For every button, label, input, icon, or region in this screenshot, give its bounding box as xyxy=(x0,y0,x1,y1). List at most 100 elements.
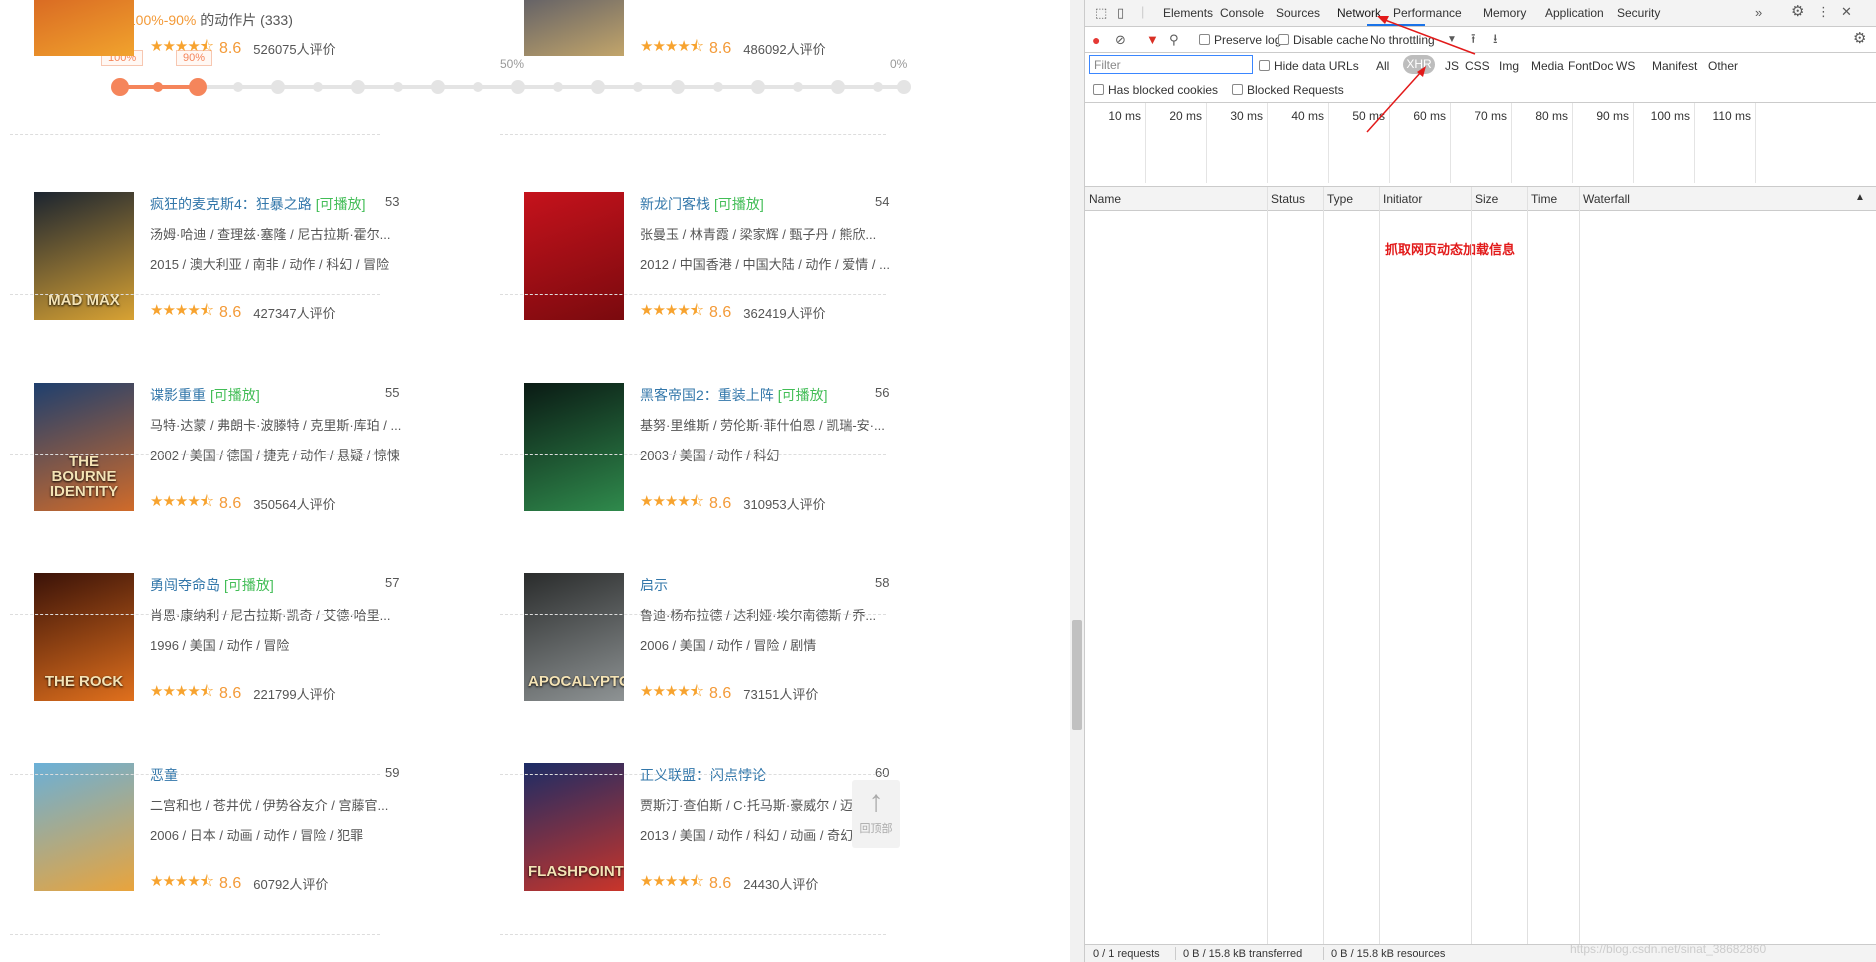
sort-ascending-icon[interactable]: ▲ xyxy=(1855,192,1865,203)
kebab-menu-icon[interactable]: ⋮ xyxy=(1817,5,1830,19)
movie-title-text[interactable]: 疯狂的麦克斯4：狂暴之路 xyxy=(150,196,312,212)
column-header-type[interactable]: Type xyxy=(1327,192,1353,206)
rating-stars-icon: ★★★★⯪ xyxy=(150,873,214,890)
tab-network[interactable]: Network xyxy=(1337,6,1381,20)
column-header-initiator[interactable]: Initiator xyxy=(1383,192,1422,206)
column-header-time[interactable]: Time xyxy=(1531,192,1557,206)
record-icon[interactable]: ● xyxy=(1092,33,1100,47)
movie-title-link[interactable]: 启示 xyxy=(640,575,668,595)
movie-poster[interactable]: THE ROCK xyxy=(34,573,134,701)
tab-console[interactable]: Console xyxy=(1220,6,1264,20)
movie-poster[interactable] xyxy=(34,0,134,56)
type-filter-manifest[interactable]: Manifest xyxy=(1652,59,1697,73)
movie-poster[interactable]: FLASHPOINT xyxy=(524,763,624,891)
type-filter-js[interactable]: JS xyxy=(1445,59,1459,73)
device-toolbar-icon[interactable]: ▯ xyxy=(1117,6,1124,20)
movie-title-text[interactable]: 正义联盟：闪点悖论 xyxy=(640,767,766,783)
movie-info: 2006 / 美国 / 动作 / 冒险 / 剧情 xyxy=(640,638,817,653)
movie-title-link[interactable]: 恶童 xyxy=(150,765,178,785)
resources-size: 0 B / 15.8 kB resources xyxy=(1331,948,1446,960)
inspect-element-icon[interactable]: ⬚ xyxy=(1095,6,1107,20)
movie-title-link[interactable]: 正义联盟：闪点悖论 xyxy=(640,765,766,785)
slider-stop[interactable] xyxy=(473,82,483,92)
movie-poster[interactable] xyxy=(524,192,624,320)
type-filter-other[interactable]: Other xyxy=(1708,59,1738,73)
movie-poster[interactable]: MAD MAX xyxy=(34,192,134,320)
movie-poster[interactable]: APOCALYPTO xyxy=(524,573,624,701)
settings-gear-icon[interactable]: ⚙ xyxy=(1791,4,1804,19)
movie-title-link[interactable]: 谍影重重 [可播放] xyxy=(150,385,260,405)
playable-badge[interactable]: [可播放] xyxy=(210,387,260,403)
column-divider[interactable] xyxy=(1267,187,1268,944)
type-filter-css[interactable]: CSS xyxy=(1465,59,1490,73)
back-to-top-button[interactable]: ↑ 回顶部 xyxy=(852,780,900,848)
movie-title-text[interactable]: 启示 xyxy=(640,577,668,593)
column-header-status[interactable]: Status xyxy=(1271,192,1305,206)
movie-title-link[interactable]: 疯狂的麦克斯4：狂暴之路 [可播放] xyxy=(150,194,366,214)
column-divider[interactable] xyxy=(1323,187,1324,944)
search-icon[interactable]: ⚲ xyxy=(1169,33,1179,47)
movie-poster[interactable] xyxy=(34,763,134,891)
scrollbar-thumb[interactable] xyxy=(1072,620,1082,730)
movie-rank: 53 xyxy=(385,194,400,209)
movie-title-text[interactable]: 黑客帝国2：重装上阵 xyxy=(640,387,774,403)
clear-icon[interactable]: ⊘ xyxy=(1115,33,1126,47)
movie-title-link[interactable]: 勇闯夺命岛 [可播放] xyxy=(150,575,274,595)
filter-funnel-icon[interactable]: ▼ xyxy=(1146,33,1159,47)
tab-sources[interactable]: Sources xyxy=(1276,6,1320,20)
movie-title-text[interactable]: 恶童 xyxy=(150,767,178,783)
tab-security[interactable]: Security xyxy=(1617,6,1660,20)
playable-badge[interactable]: [可播放] xyxy=(714,196,764,212)
preserve-log-checkbox[interactable] xyxy=(1199,34,1210,45)
movie-title-text[interactable]: 勇闯夺命岛 xyxy=(150,577,220,593)
has-blocked-cookies-checkbox[interactable] xyxy=(1093,84,1104,95)
movie-rank: 57 xyxy=(385,575,400,590)
import-har-icon[interactable]: ⭱ xyxy=(1471,32,1476,46)
column-divider[interactable] xyxy=(1527,187,1528,944)
tab-elements[interactable]: Elements xyxy=(1163,6,1213,20)
more-tabs-icon[interactable]: » xyxy=(1755,6,1762,20)
type-filter-img[interactable]: Img xyxy=(1499,59,1519,73)
movie-poster[interactable]: THE BOURNE IDENTITY xyxy=(34,383,134,511)
tab-memory[interactable]: Memory xyxy=(1483,6,1526,20)
movie-title-link[interactable]: 新龙门客栈 [可播放] xyxy=(640,194,764,214)
blocked-requests-checkbox[interactable] xyxy=(1232,84,1243,95)
movie-title-text[interactable]: 谍影重重 xyxy=(150,387,206,403)
type-filter-all[interactable]: All xyxy=(1376,59,1389,73)
overview-timeline[interactable]: 10 ms 20 ms 30 ms 40 ms 50 ms 60 ms 70 ms 80 ms… xyxy=(1085,103,1876,257)
movie-title-text[interactable]: 新龙门客栈 xyxy=(640,196,710,212)
export-har-icon[interactable]: ⭳ xyxy=(1493,32,1498,46)
filter-input[interactable]: Filter xyxy=(1089,55,1253,74)
column-divider[interactable] xyxy=(1471,187,1472,944)
movie-rating: ★★★★⯪ 8.6 526075人评价 xyxy=(150,36,336,61)
throttling-select[interactable]: No throttling xyxy=(1370,33,1435,47)
column-header-waterfall[interactable]: Waterfall xyxy=(1583,192,1630,206)
disable-cache-checkbox[interactable] xyxy=(1278,34,1289,45)
page-scrollbar[interactable] xyxy=(1070,0,1084,962)
movie-rating: ★★★★⯪ 8.6 310953人评价 xyxy=(640,491,826,516)
type-filter-media[interactable]: Media xyxy=(1531,59,1564,73)
column-divider[interactable] xyxy=(1579,187,1580,944)
type-filter-xhr[interactable]: XHR xyxy=(1403,55,1435,74)
column-divider[interactable] xyxy=(1379,187,1380,944)
movie-title-link[interactable]: 黑客帝国2：重装上阵 [可播放] xyxy=(640,385,828,405)
tab-application[interactable]: Application xyxy=(1545,6,1604,20)
column-header-name[interactable]: Name xyxy=(1089,192,1121,206)
playable-badge[interactable]: [可播放] xyxy=(224,577,274,593)
timeline-gridline xyxy=(1328,103,1329,183)
playable-badge[interactable]: [可播放] xyxy=(316,196,366,212)
type-filter-font[interactable]: Font xyxy=(1568,59,1592,73)
network-settings-gear-icon[interactable]: ⚙ xyxy=(1853,31,1866,46)
playable-badge[interactable]: [可播放] xyxy=(778,387,828,403)
close-devtools-icon[interactable]: ✕ xyxy=(1841,5,1852,19)
hide-data-urls-checkbox[interactable] xyxy=(1259,60,1270,71)
rating-score: 8.6 xyxy=(219,39,242,57)
type-filter-ws[interactable]: WS xyxy=(1616,59,1635,73)
movie-poster[interactable] xyxy=(524,0,624,56)
chevron-down-icon[interactable]: ▼ xyxy=(1447,33,1457,47)
tab-performance[interactable]: Performance xyxy=(1393,6,1462,20)
column-header-size[interactable]: Size xyxy=(1475,192,1498,206)
type-filter-doc[interactable]: Doc xyxy=(1592,59,1613,73)
movie-poster[interactable] xyxy=(524,383,624,511)
request-table: Name Status Type Initiator Size Time Waterfall… xyxy=(1085,187,1876,944)
